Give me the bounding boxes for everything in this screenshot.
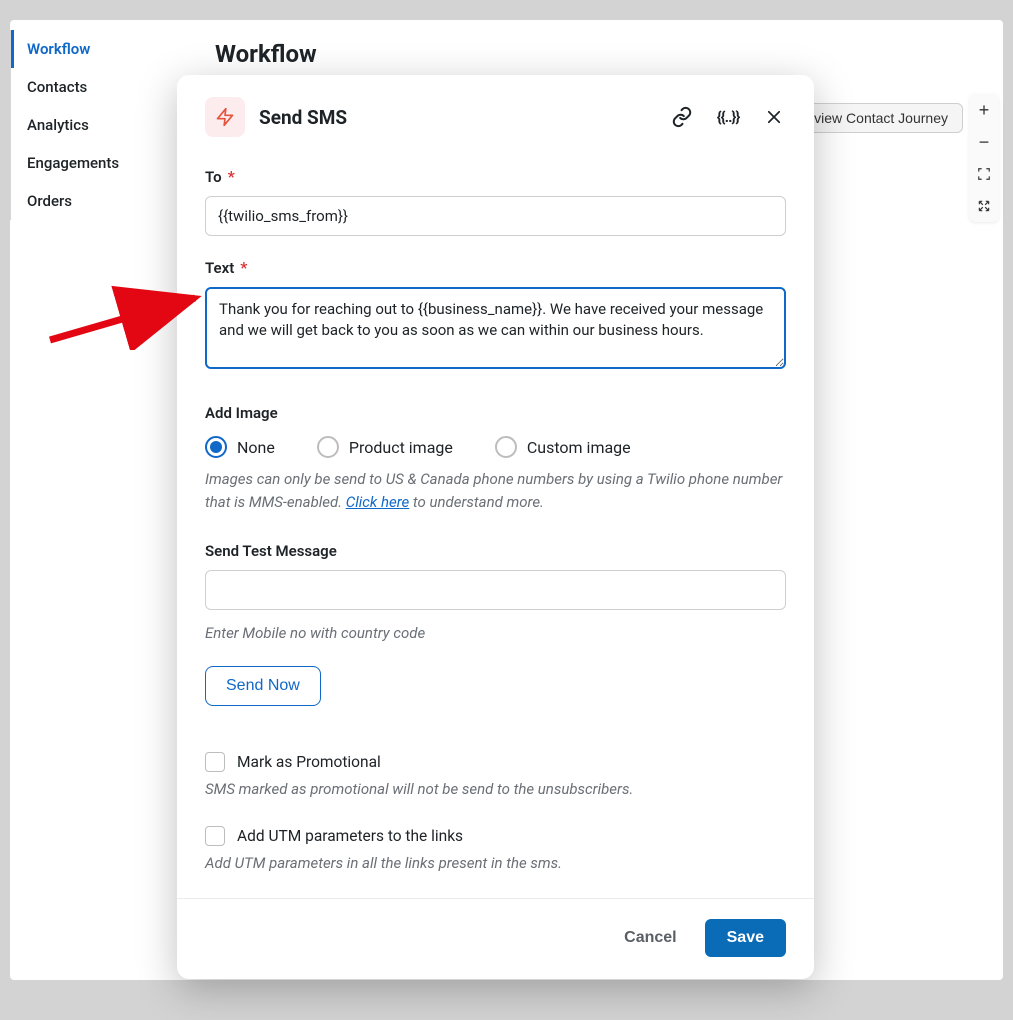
image-help-text: Images can only be send to US & Canada p… <box>205 468 786 513</box>
save-button[interactable]: Save <box>705 919 786 957</box>
promotional-label: Mark as Promotional <box>237 753 381 771</box>
utm-label: Add UTM parameters to the links <box>237 827 463 845</box>
to-label: To <box>205 168 222 186</box>
add-image-label: Add Image <box>205 404 278 422</box>
sidebar-item-engagements[interactable]: Engagements <box>11 144 180 182</box>
to-input[interactable] <box>205 196 786 236</box>
utm-sub: Add UTM parameters in all the links pres… <box>205 854 786 872</box>
fit-view-button[interactable] <box>969 158 999 190</box>
required-indicator: * <box>228 167 235 186</box>
send-sms-modal: Send SMS {{‥}} To * Text * Add Image <box>177 75 814 979</box>
close-icon[interactable] <box>762 105 786 129</box>
lightning-icon <box>205 97 245 137</box>
text-label: Text <box>205 259 234 277</box>
radio-label-product: Product image <box>349 438 453 457</box>
checkbox-utm[interactable] <box>205 826 225 846</box>
zoom-controls: + − <box>969 94 999 222</box>
radio-image-product[interactable]: Product image <box>317 436 453 458</box>
text-textarea[interactable] <box>205 287 786 369</box>
required-indicator: * <box>240 258 247 277</box>
radio-label-custom: Custom image <box>527 438 631 457</box>
sidebar-item-contacts[interactable]: Contacts <box>11 68 180 106</box>
promotional-sub: SMS marked as promotional will not be se… <box>205 780 786 798</box>
click-here-link[interactable]: Click here <box>346 493 409 511</box>
page-title: Workflow <box>215 40 317 68</box>
checkbox-promotional[interactable] <box>205 752 225 772</box>
cancel-button[interactable]: Cancel <box>618 928 682 948</box>
merge-tags-icon[interactable]: {{‥}} <box>716 105 740 129</box>
modal-title: Send SMS <box>259 106 670 129</box>
sidebar-item-analytics[interactable]: Analytics <box>11 106 180 144</box>
sidebar-item-workflow[interactable]: Workflow <box>11 30 180 68</box>
send-test-label: Send Test Message <box>205 542 337 560</box>
test-hint: Enter Mobile no with country code <box>205 624 786 642</box>
modal-header: Send SMS {{‥}} <box>177 75 814 147</box>
test-mobile-input[interactable] <box>205 570 786 610</box>
radio-image-none[interactable]: None <box>205 436 275 458</box>
radio-label-none: None <box>237 438 275 457</box>
sidebar: Workflow Contacts Analytics Engagements … <box>10 30 180 220</box>
link-icon[interactable] <box>670 105 694 129</box>
zoom-in-button[interactable]: + <box>969 94 999 126</box>
sidebar-item-orders[interactable]: Orders <box>11 182 180 220</box>
zoom-out-button[interactable]: − <box>969 126 999 158</box>
radio-image-custom[interactable]: Custom image <box>495 436 631 458</box>
send-now-button[interactable]: Send Now <box>205 666 321 706</box>
fullscreen-button[interactable] <box>969 190 999 222</box>
